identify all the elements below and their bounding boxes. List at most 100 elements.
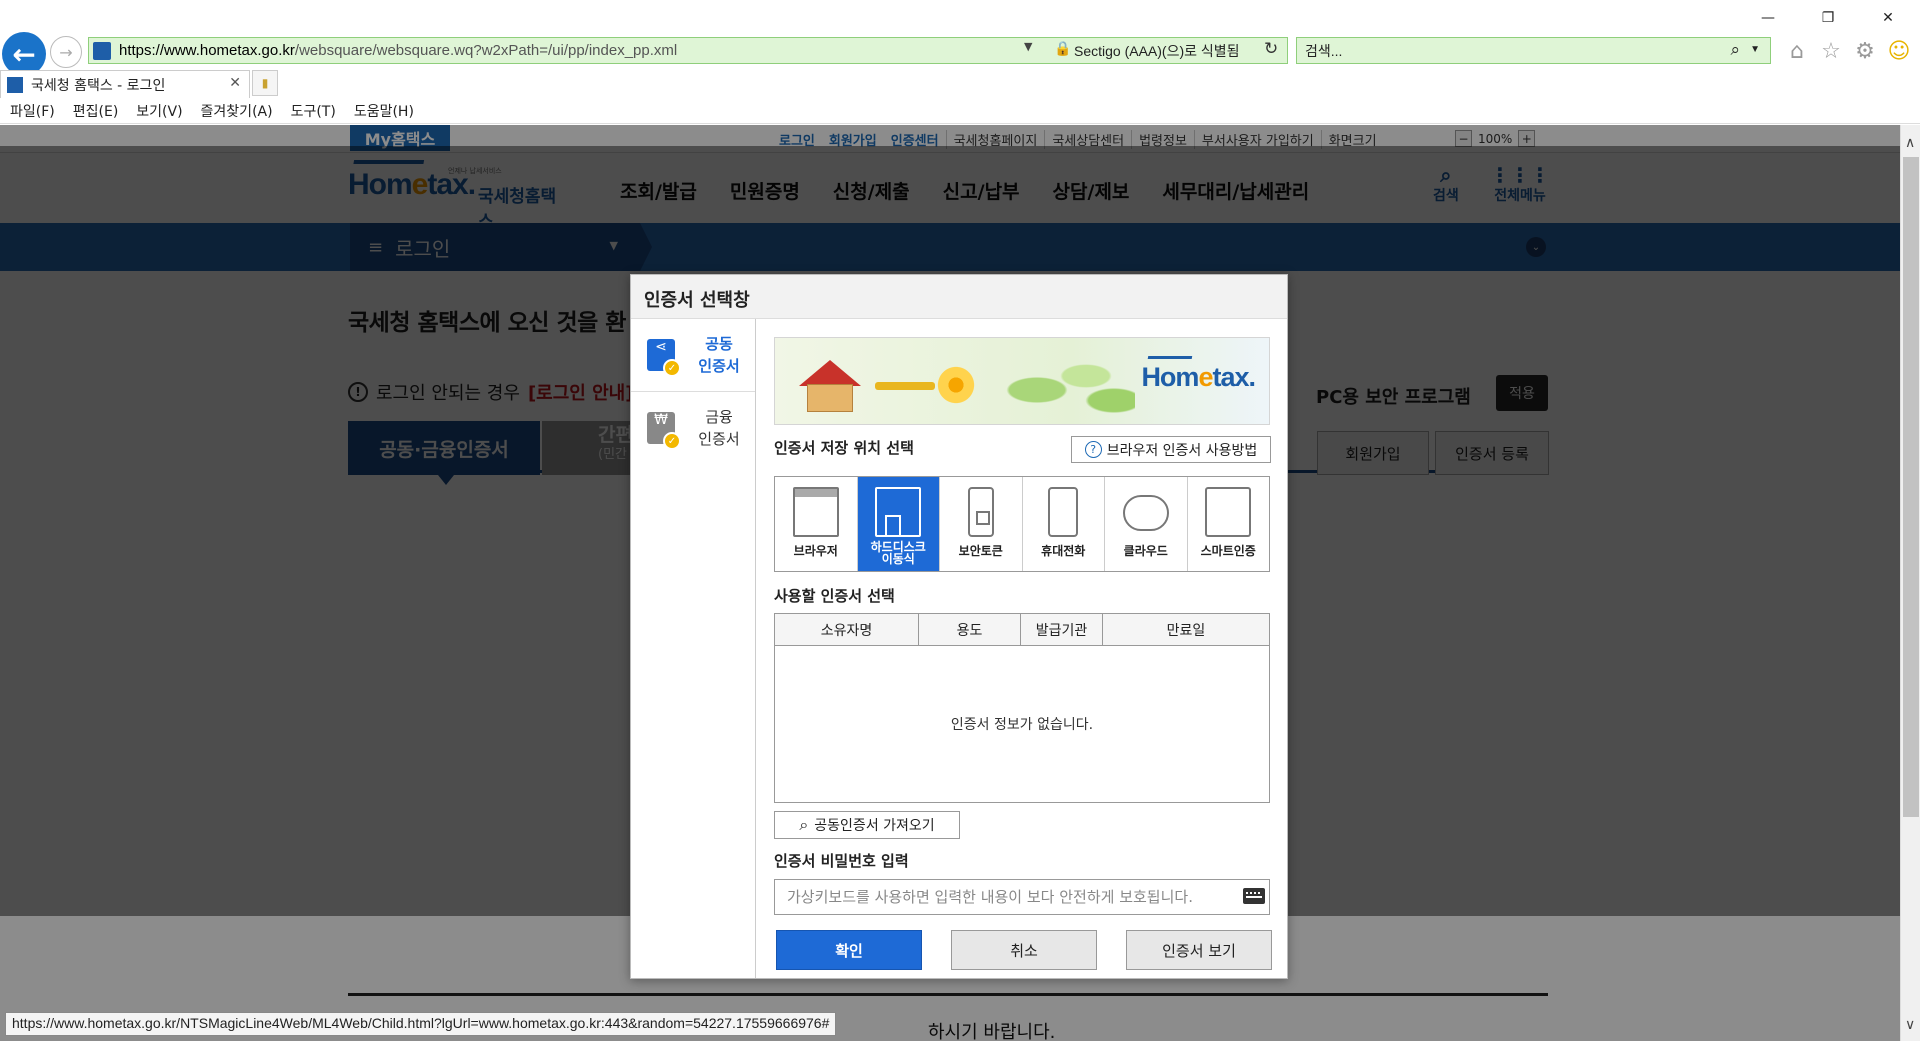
hometax-banner: Hometax. [774, 337, 1270, 425]
confirm-button[interactable]: 확인 [776, 930, 922, 970]
storage-harddisk[interactable]: 하드디스크 이동식 [857, 477, 940, 571]
side-joint-line1: 공동 [705, 335, 733, 353]
storage-mobile[interactable]: 휴대전화 [1022, 477, 1105, 571]
menu-edit[interactable]: 편집(E) [73, 101, 119, 121]
scroll-thumb[interactable] [1903, 157, 1919, 817]
zoom-level: 100% [1478, 131, 1513, 146]
smiley-feedback-icon[interactable]: ☺ [1886, 38, 1912, 64]
question-icon: ? [1084, 441, 1102, 458]
new-tab-button[interactable]: ▮ [252, 70, 278, 96]
storage-label: 인증서 저장 위치 선택 [774, 439, 914, 457]
menu-file[interactable]: 파일(F) [10, 101, 55, 121]
menu-view[interactable]: 보기(V) [136, 101, 182, 121]
flower-illustration [935, 364, 977, 406]
dialog-sidebar: ⋖ ✓ 공동 인증서 ₩ ✓ 금융 인증서 [631, 319, 756, 978]
close-window-button[interactable]: ✕ [1868, 4, 1908, 32]
browser-window-icon [792, 487, 839, 537]
status-bar-url: https://www.hometax.go.kr/NTSMagicLine4W… [5, 1012, 837, 1036]
harddisk-usb-icon [875, 487, 922, 537]
zoom-in-button[interactable]: + [1518, 130, 1536, 147]
cert-table-header: 소유자명 용도 발급기관 만료일 [775, 614, 1269, 646]
favorites-star-icon[interactable]: ☆ [1818, 38, 1844, 64]
storage-cloud-label: 클라우드 [1123, 544, 1168, 558]
won-cert-icon: ₩ ✓ [647, 412, 681, 450]
minimize-button[interactable]: — [1748, 4, 1788, 32]
storage-mobile-label: 휴대전화 [1041, 544, 1086, 558]
vertical-scrollbar[interactable]: ∧ ∨ [1900, 125, 1920, 1041]
leaves-illustration [995, 348, 1135, 418]
security-token-icon [967, 487, 994, 537]
select-cert-label: 사용할 인증서 선택 [774, 587, 895, 605]
browser-cert-howto-button[interactable]: ? 브라우저 인증서 사용방법 [1071, 436, 1271, 463]
storage-options: 브라우저 하드디스크 이동식 보안토큰 휴대전화 클라우드 스마트인증 [774, 476, 1270, 572]
scroll-up-icon[interactable]: ∧ [1905, 135, 1915, 151]
browser-chrome: — ❐ ✕ ← → https://www.hometax.go.kr/webs… [0, 0, 1920, 102]
col-expiry[interactable]: 만료일 [1103, 614, 1269, 645]
side-finance-line1: 금융 [705, 408, 733, 426]
settings-gear-icon[interactable]: ⚙ [1852, 38, 1878, 64]
tab-close-icon[interactable]: ✕ [229, 75, 241, 91]
restore-button[interactable]: ❐ [1808, 4, 1848, 32]
storage-smart-auth[interactable]: 스마트인증 [1187, 477, 1269, 571]
cert-identity-text[interactable]: Sectigo (AAA)(으)로 식별됨 [1074, 41, 1240, 61]
cert-password-input[interactable] [774, 879, 1270, 915]
cert-table: 소유자명 용도 발급기관 만료일 인증서 정보가 없습니다. [774, 613, 1270, 803]
col-owner[interactable]: 소유자명 [775, 614, 919, 645]
cert-select-dialog: 인증서 선택창 ⋖ ✓ 공동 인증서 ₩ ✓ 금융 인증서 Hometax. 인증서… [630, 274, 1288, 979]
menu-bar: 파일(F) 편집(E) 보기(V) 즐겨찾기(A) 도구(T) 도움말(H) [0, 98, 1920, 124]
side-tab-finance-cert[interactable]: ₩ ✓ 금융 인증서 [631, 391, 755, 463]
divider [348, 993, 1548, 996]
refresh-icon[interactable]: ↻ [1264, 39, 1278, 59]
address-url[interactable]: https://www.hometax.go.kr/websquare/webs… [119, 42, 677, 59]
forward-button[interactable]: → [50, 36, 82, 68]
site-favicon-icon [93, 41, 111, 60]
zoom-out-button[interactable]: − [1455, 130, 1472, 147]
virtual-keyboard-icon[interactable] [1243, 888, 1265, 904]
menu-help[interactable]: 도움말(H) [354, 101, 414, 121]
key-illustration [875, 382, 935, 390]
search-dropdown-icon[interactable]: ▼ [1750, 44, 1760, 55]
lock-icon[interactable]: 🔒 [1054, 41, 1071, 57]
cancel-button[interactable]: 취소 [951, 930, 1097, 970]
storage-browser[interactable]: 브라우저 [775, 477, 858, 571]
address-dropdown-icon[interactable]: ▼ [1024, 40, 1032, 53]
mobile-phone-icon [1048, 487, 1079, 537]
search-icon[interactable]: ⌕ [1730, 40, 1740, 60]
address-bar[interactable]: https://www.hometax.go.kr/websquare/webs… [88, 37, 1288, 64]
menu-tools[interactable]: 도구(T) [291, 101, 336, 121]
browser-search-placeholder: 검색... [1305, 42, 1343, 59]
share-cert-icon: ⋖ ✓ [647, 339, 681, 377]
import-joint-cert-button[interactable]: ⌕ 공동인증서 가져오기 [774, 811, 960, 839]
menu-favorites[interactable]: 즐겨찾기(A) [201, 101, 273, 121]
cloud-icon [1122, 495, 1169, 531]
side-joint-label: 공동 인증서 [689, 333, 749, 377]
password-label: 인증서 비밀번호 입력 [774, 852, 909, 870]
zoom-control: − 100% + [1455, 130, 1536, 147]
banner-logo: Hometax. [1141, 362, 1256, 392]
house-illustration [799, 360, 861, 412]
browser-tab[interactable]: 국세청 홈택스 - 로그인 ✕ [0, 70, 250, 98]
home-icon[interactable]: ⌂ [1784, 38, 1810, 64]
col-usage[interactable]: 용도 [919, 614, 1021, 645]
storage-harddisk-label: 하드디스크 이동식 [870, 540, 926, 566]
bottom-text: 하시기 바랍니다. [928, 1022, 1056, 1041]
storage-cloud[interactable]: 클라우드 [1105, 477, 1188, 571]
view-cert-button[interactable]: 인증서 보기 [1126, 930, 1272, 970]
side-finance-label: 금융 인증서 [689, 406, 749, 450]
storage-security-token[interactable]: 보안토큰 [940, 477, 1023, 571]
browser-search-input[interactable]: 검색... ⌕ ▼ [1296, 37, 1771, 64]
tab-title: 국세청 홈택스 - 로그인 [31, 77, 166, 94]
storage-smart-label: 스마트인증 [1200, 544, 1256, 558]
scroll-down-icon[interactable]: ∨ [1905, 1017, 1915, 1033]
col-issuer[interactable]: 발급기관 [1021, 614, 1103, 645]
side-tab-joint-cert[interactable]: ⋖ ✓ 공동 인증서 [631, 319, 755, 391]
dialog-title: 인증서 선택창 [631, 275, 1287, 319]
tab-favicon-icon [7, 76, 23, 93]
side-finance-line2: 인증서 [698, 430, 740, 448]
import-label: 공동인증서 가져오기 [814, 818, 935, 834]
storage-token-label: 보안토큰 [958, 544, 1003, 558]
howto-label: 브라우저 인증서 사용방법 [1106, 442, 1258, 459]
smart-auth-icon [1205, 487, 1252, 537]
search-icon: ⌕ [799, 815, 809, 834]
storage-browser-label: 브라우저 [793, 544, 838, 558]
